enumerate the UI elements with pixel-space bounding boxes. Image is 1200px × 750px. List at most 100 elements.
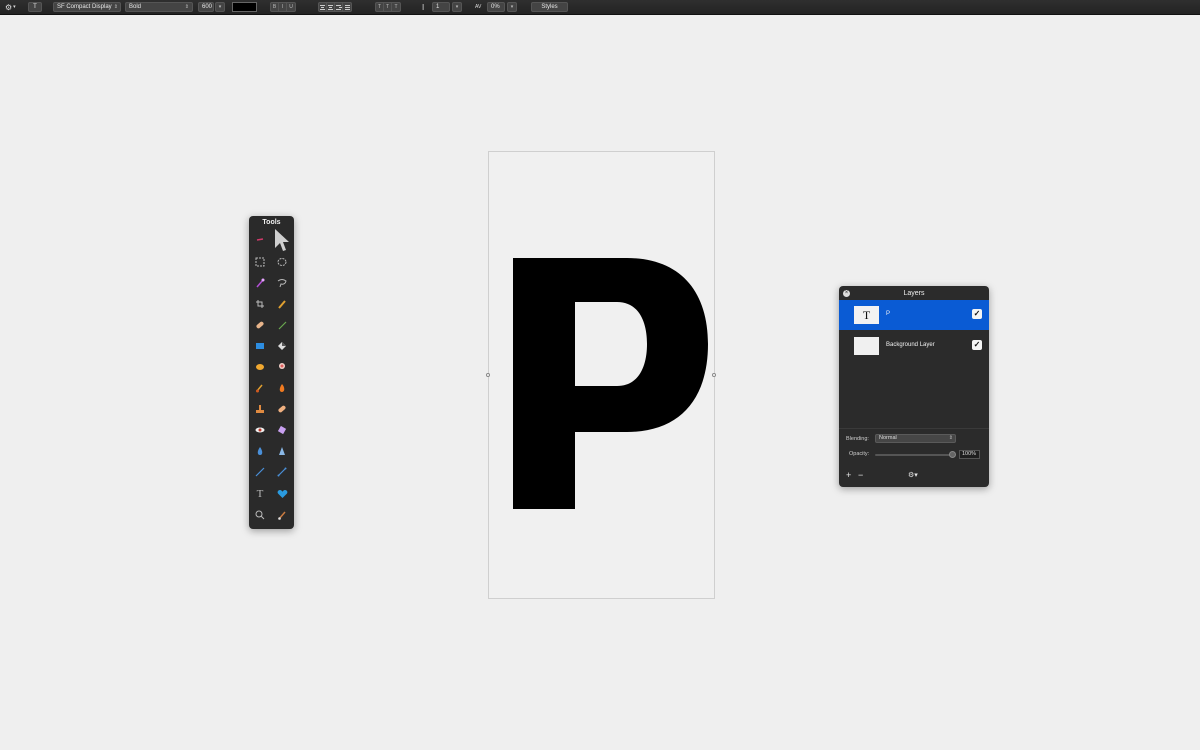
layer-visibility-checkbox[interactable]: ✓ (972, 340, 982, 350)
remove-layer-button[interactable]: − (858, 470, 863, 480)
add-layer-button[interactable]: + (846, 470, 851, 480)
smudge-icon[interactable] (276, 361, 288, 373)
styles-button[interactable]: Styles (531, 2, 568, 12)
text-color-swatch (233, 3, 256, 11)
layer-row-background[interactable]: Background Layer ✓ (839, 331, 989, 361)
zoom-icon[interactable] (254, 509, 266, 521)
crop-icon[interactable] (254, 298, 266, 310)
heal-icon[interactable] (276, 403, 288, 415)
font-size-value: 600 (202, 4, 213, 10)
alignment-buttons (318, 2, 352, 12)
sharpen-icon[interactable] (276, 445, 288, 457)
color-sampler-icon[interactable] (254, 234, 266, 246)
blending-label: Blending: (846, 436, 869, 442)
chevron-down-icon: ▾ (13, 4, 16, 10)
brush-icon[interactable] (254, 382, 266, 394)
ellipse-select-icon[interactable] (276, 256, 288, 268)
tools-palette: Tools T (249, 216, 294, 529)
chevron-down-icon: ▾ (510, 4, 514, 10)
tracking-icon: AV (475, 2, 481, 12)
line-spacing-value: 1 (436, 4, 440, 10)
blending-value: Normal (879, 435, 897, 441)
eraser-icon[interactable] (276, 424, 288, 436)
sponge-icon[interactable] (254, 361, 266, 373)
font-style-select[interactable]: Bold ⇕ (125, 2, 193, 12)
tracking-value: 0% (491, 4, 500, 10)
updown-chevron-icon: ⇕ (948, 435, 953, 441)
font-size-dropdown[interactable]: ▾ (215, 2, 225, 12)
opacity-slider-track[interactable] (875, 454, 954, 456)
clone-stamp-icon[interactable] (254, 403, 266, 415)
eyedropper-icon[interactable] (276, 298, 288, 310)
layer-name: P (886, 311, 891, 317)
tools-title: Tools (262, 219, 281, 226)
bold-button[interactable]: B (271, 3, 279, 11)
font-size-field[interactable]: 600 (198, 2, 214, 12)
styles-button-label: Styles (541, 4, 558, 10)
layer-thumbnail: T (854, 306, 879, 324)
gear-menu-button[interactable]: ⚙ ▾ (5, 2, 16, 12)
type-menu-button[interactable]: T (28, 2, 42, 12)
layers-title: Layers (903, 290, 925, 297)
opacity-slider-knob[interactable] (949, 451, 956, 458)
layers-panel: × Layers T P ✓ Background Layer ✓ Blendi… (839, 286, 989, 487)
align-center-button[interactable] (327, 3, 335, 11)
rectangle-select-icon[interactable] (254, 256, 266, 268)
pencil-icon[interactable] (276, 319, 288, 331)
baseline-buttons: T T T (375, 2, 401, 12)
paint-brush-icon[interactable] (276, 509, 288, 521)
tracking-field[interactable]: 0% (487, 2, 505, 12)
subscript-button[interactable]: T (392, 3, 400, 11)
arrow-pointer-icon[interactable] (273, 228, 289, 252)
font-style-value: Bold (129, 4, 142, 10)
tracking-dropdown[interactable]: ▾ (507, 2, 517, 12)
font-family-value: SF Compact Display (57, 4, 112, 10)
superscript-button[interactable]: T (376, 3, 384, 11)
text-style-buttons: B I U (270, 2, 296, 12)
layer-options-gear-icon[interactable]: ⚙▾ (908, 471, 918, 479)
text-tool-icon[interactable]: T (254, 488, 266, 500)
align-right-icon (335, 3, 342, 11)
updown-chevron-icon: ⇕ (184, 4, 189, 10)
opacity-field[interactable]: 100% (959, 450, 980, 459)
line-icon[interactable] (254, 466, 266, 478)
text-color-well[interactable] (232, 2, 257, 12)
burn-icon[interactable] (276, 382, 288, 394)
opacity-label: Opacity: (849, 451, 870, 457)
layer-name: Background Layer (886, 342, 935, 348)
paint-bucket-icon[interactable] (254, 340, 266, 352)
top-toolbar: ⚙ ▾ T SF Compact Display ⇕ Bold ⇕ 600 ▾ … (0, 0, 1200, 15)
magic-wand-icon[interactable] (254, 277, 266, 289)
tracking-label: AV (475, 4, 482, 10)
pen-icon[interactable] (276, 466, 288, 478)
gear-icon: ⚙ (5, 2, 13, 12)
layer-row-text[interactable]: T P ✓ (839, 300, 989, 330)
water-drop-icon[interactable] (254, 445, 266, 457)
font-family-select[interactable]: SF Compact Display ⇕ (53, 2, 121, 12)
align-left-icon (319, 3, 326, 11)
type-menu-label: T (33, 4, 37, 10)
chevron-down-icon: ▾ (455, 4, 459, 10)
gradient-icon[interactable] (276, 340, 288, 352)
line-spacing-dropdown[interactable]: ▾ (452, 2, 462, 12)
panel-divider (839, 428, 989, 429)
text-layer-glyph[interactable] (489, 152, 716, 600)
align-right-button[interactable] (335, 3, 343, 11)
underline-button[interactable]: U (287, 3, 295, 11)
lasso-icon[interactable] (276, 277, 288, 289)
align-center-icon (327, 3, 334, 11)
align-justify-button[interactable] (343, 3, 351, 11)
shape-heart-icon[interactable] (276, 488, 288, 500)
baseline-button[interactable]: T (384, 3, 392, 11)
letter-p-glyph (513, 258, 708, 509)
red-eye-icon[interactable] (254, 424, 266, 436)
align-left-button[interactable] (319, 3, 327, 11)
bandage-icon[interactable] (254, 319, 266, 331)
line-spacing-icon: Ι (422, 2, 425, 12)
italic-button[interactable]: I (279, 3, 287, 11)
layer-visibility-checkbox[interactable]: ✓ (972, 309, 982, 319)
line-spacing-field[interactable]: 1 (432, 2, 450, 12)
align-justify-icon (343, 3, 351, 11)
blending-select[interactable]: Normal ⇕ (875, 434, 956, 443)
canvas-document[interactable] (486, 151, 716, 600)
